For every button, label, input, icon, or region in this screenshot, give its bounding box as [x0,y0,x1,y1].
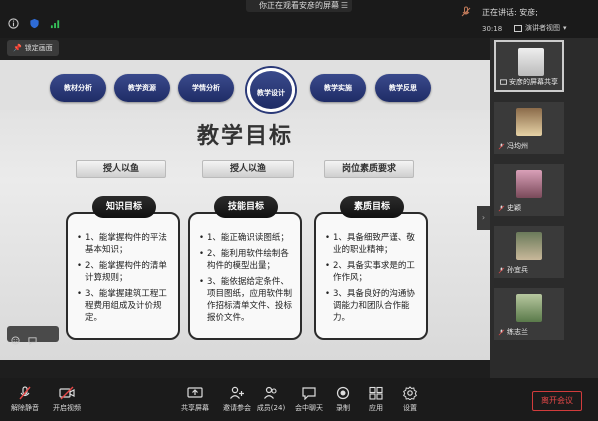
shield-icon[interactable] [29,18,40,29]
settings-label: 设置 [403,404,417,412]
participant-name: 练志兰 [507,328,528,336]
unmute-label: 解除静音 [11,404,39,412]
share-screen-icon [187,387,203,398]
participant-name-row: 安彦的屏幕共享 [500,77,558,87]
video-off-icon [59,386,75,400]
collapse-panel-button[interactable]: › [477,206,490,230]
participant-tile[interactable]: 史颖 [494,164,564,216]
users-icon [264,386,277,399]
goal-item: 1、能掌握构件的平法基本知识； [77,232,170,256]
goal-item: 2、具备实事求是的工作作风； [325,260,418,284]
goal-item: 3、能掌握建筑工程工程费用组成及计价规定。 [77,288,170,324]
meeting-timer: 30:18 [482,25,503,33]
goal-card-heading: 知识目标 [92,196,156,218]
top-bar: 你正在观看安彦的屏幕 ☰ 正在讲话: 安彦; 30:18 演讲者视图 ▾ [0,0,598,38]
info-icon[interactable] [8,18,19,29]
chat-icon[interactable] [28,330,37,345]
record-icon [336,386,350,400]
slide-subtitle: 授人以渔 [202,160,294,178]
goal-card-quality: 1、具备细致严谨、敬业的职业精神； 2、具备实事求是的工作作风； 3、具备良好的… [314,212,428,340]
shared-slide: 教材分析 教学资源 学情分析 教学设计 教学实施 教学反思 教学目标 授人以鱼 … [0,60,490,360]
avatar [516,108,542,136]
mic-muted-icon [461,6,471,17]
goal-card-skill: 1、能正确识读图纸； 2、能利用软件绘制各构件的模型出量； 3、能依据给定条件、… [188,212,302,340]
goal-item: 1、具备细致严谨、敬业的职业精神； [325,232,418,256]
share-banner-text: 你正在观看安彦的屏幕 [259,1,339,10]
slide-tab: 学情分析 [178,74,234,102]
mic-muted-icon [498,266,505,273]
slide-tab: 教学反思 [375,74,431,102]
participant-name: 安彦的屏幕共享 [509,78,558,86]
participant-name: 孙宜兵 [507,266,528,274]
goal-card-heading: 技能目标 [214,196,278,218]
participant-tile[interactable]: 安彦的屏幕共享 [494,40,564,92]
start-video-button[interactable]: 开启视频 [44,386,90,413]
participant-name: 史颖 [507,204,521,212]
grid-icon [514,24,522,32]
mic-muted-icon [498,204,505,211]
top-status-icons [8,18,61,29]
chevron-down-icon: ▾ [563,24,567,32]
avatar [518,48,544,76]
settings-button[interactable]: 设置 [387,386,433,413]
meeting-toolbar: 解除静音 开启视频 共享屏幕 邀请参会 成员(24) 会中聊天 录制 应用 设置 [0,378,598,421]
emoji-icon[interactable] [11,330,20,345]
goal-item: 2、能利用软件绘制各构件的模型出量； [199,248,292,272]
signal-icon[interactable] [50,18,61,29]
lock-screen-button[interactable]: 📌 锁定画面 [7,40,59,56]
participant-name-row: 冯均州 [498,141,528,151]
speaking-label: 正在讲话: 安彦; [482,7,538,17]
slide-tab: 教学资源 [114,74,170,102]
slide-subtitle: 岗位素质要求 [324,160,414,178]
avatar [516,232,542,260]
lock-screen-label: 锁定画面 [24,44,53,52]
speaking-indicator: 正在讲话: 安彦; [460,4,538,20]
gear-icon [403,386,417,400]
chat-icon [302,387,316,400]
goal-item: 2、能掌握构件的清单计算规则； [77,260,170,284]
share-screen-button[interactable]: 共享屏幕 [172,386,218,413]
participant-name: 冯均州 [507,142,528,150]
view-mode-label: 演讲者视图 [525,24,560,32]
start-video-label: 开启视频 [53,404,81,412]
avatar [516,294,542,322]
view-mode-button[interactable]: 演讲者视图 ▾ [514,23,567,33]
goal-item: 3、能依据给定条件、项目图纸，应用软件制作招标清单文件、投标报价文件。 [199,276,292,324]
goal-card-heading: 素质目标 [340,196,404,218]
leave-meeting-button[interactable]: 离开会议 [532,391,582,411]
screen-share-icon [500,79,507,85]
slide-tab: 教材分析 [50,74,106,102]
participant-name-row: 史颖 [498,203,521,213]
meeting-window: 你正在观看安彦的屏幕 ☰ 正在讲话: 安彦; 30:18 演讲者视图 ▾ 📌 锁… [0,0,598,421]
mic-muted-icon [498,142,505,149]
slide-tab-active: 教学设计 [247,68,295,112]
reaction-bar [7,326,59,345]
participant-name-row: 孙宜兵 [498,265,528,275]
slide-subtitle: 授人以鱼 [76,160,166,178]
participant-tile[interactable]: 孙宜兵 [494,226,564,278]
goal-item: 3、具备良好的沟通协调能力和团队合作能力。 [325,288,418,324]
mic-muted-icon [19,386,31,400]
slide-title: 教学目标 [196,124,293,149]
unmute-button[interactable]: 解除静音 [2,386,48,413]
goal-item: 1、能正确识读图纸； [199,232,292,244]
pin-icon: 📌 [13,44,22,52]
avatar [516,170,542,198]
banner-menu-icon[interactable]: ☰ [341,0,348,12]
apps-icon [369,386,383,400]
mic-muted-icon [498,328,505,335]
participant-name-row: 练志兰 [498,327,528,337]
share-screen-label: 共享屏幕 [181,404,209,412]
share-banner[interactable]: 你正在观看安彦的屏幕 ☰ [246,0,352,12]
add-user-icon [230,386,244,399]
participant-tile[interactable]: 冯均州 [494,102,564,154]
goal-card-knowledge: 1、能掌握构件的平法基本知识； 2、能掌握构件的清单计算规则； 3、能掌握建筑工… [66,212,180,340]
slide-tab: 教学实施 [310,74,366,102]
participant-tile[interactable]: 练志兰 [494,288,564,340]
